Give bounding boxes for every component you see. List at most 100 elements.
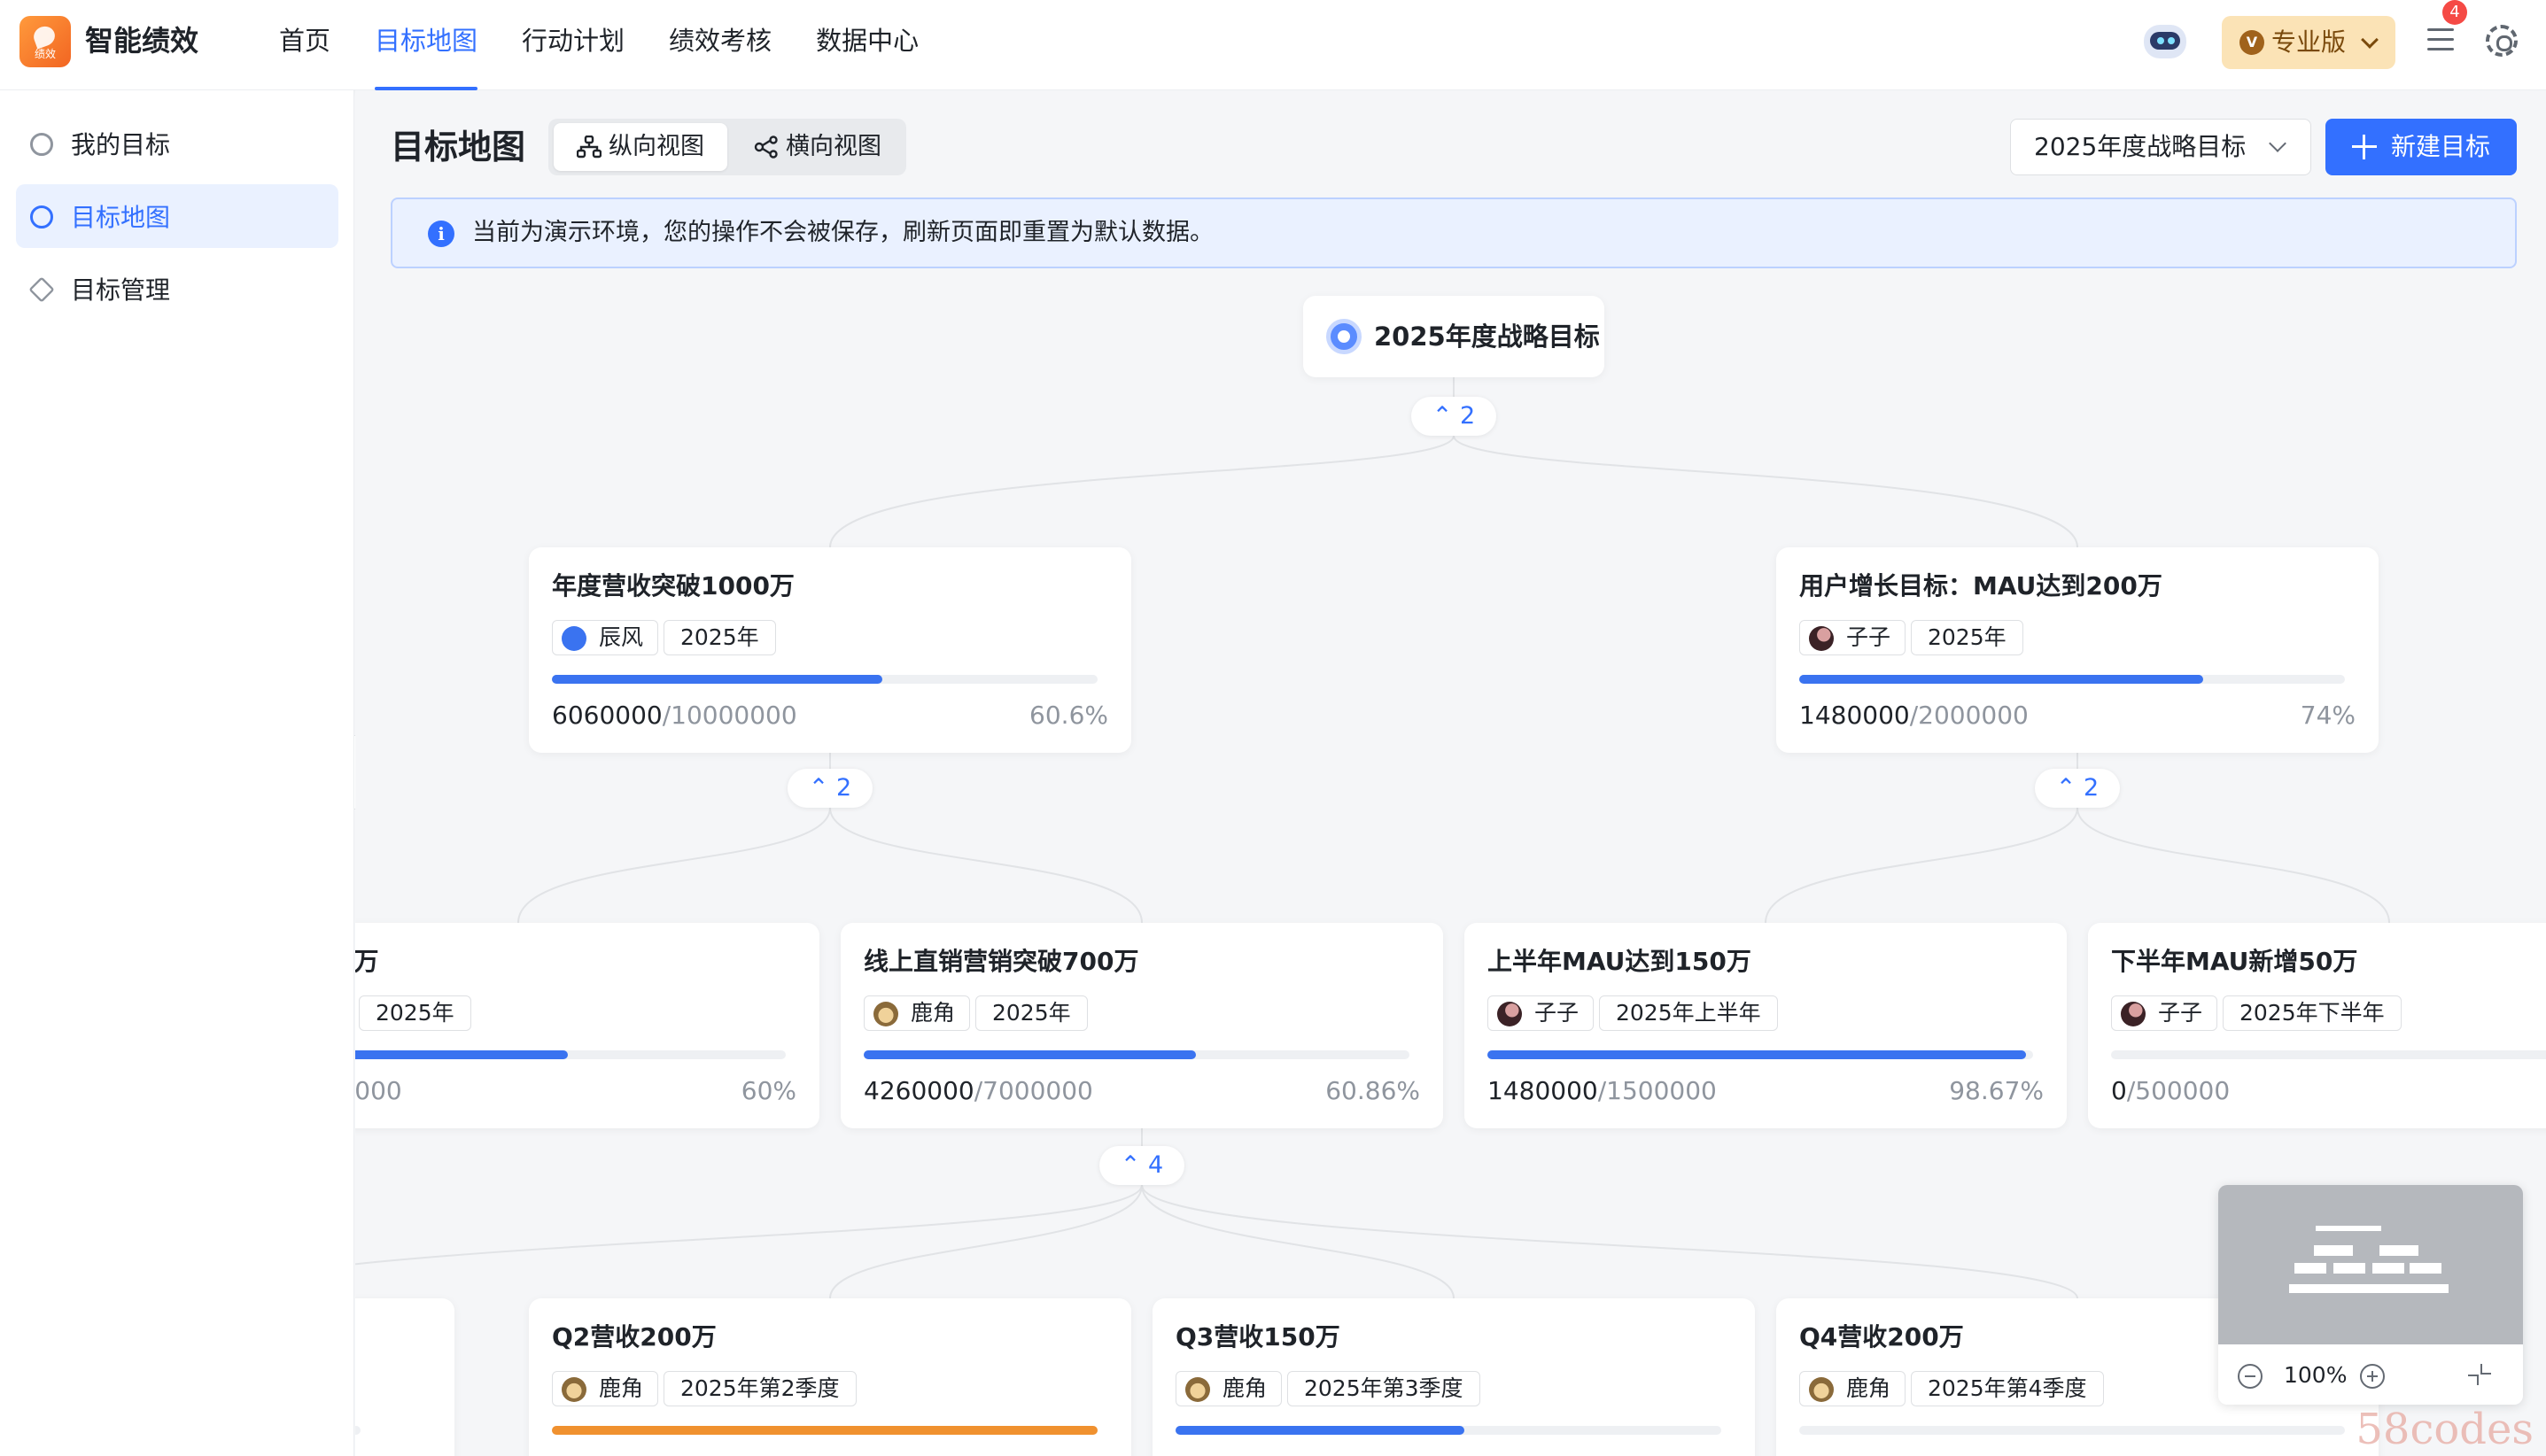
goal-values: 4260000/7000000 xyxy=(864,1073,1093,1109)
goal-card[interactable]: 上半年MAU达到150万 子子 2025年上半年 1480000/1500000… xyxy=(1464,923,2067,1128)
nav-home[interactable]: 首页 xyxy=(257,0,353,90)
target-value: /2000000 xyxy=(1909,701,2029,730)
goal-values: 3000000 xyxy=(355,1073,402,1109)
progress-bar xyxy=(355,1050,786,1059)
owner-tag: 子子 xyxy=(1487,995,1595,1031)
new-goal-button[interactable]: 新建目标 xyxy=(2325,119,2517,175)
progress-fill xyxy=(1176,1426,1465,1435)
goal-card[interactable]: 用户增长目标：MAU达到200万 子子 2025年 1480000/200000… xyxy=(1776,547,2379,753)
goal-select-value: 2025年度战略目标 xyxy=(2034,132,2247,161)
owner-tag: 子子 xyxy=(1799,620,1906,655)
goal-card[interactable]: Q2营收200万 鹿角 2025年第2季度 xyxy=(529,1298,1131,1456)
progress-percent: 60.6% xyxy=(1029,701,1108,730)
goal-title: 渠道营收300万 xyxy=(355,947,379,976)
progress-percent: 60% xyxy=(741,1076,796,1105)
message-list-icon[interactable] xyxy=(2427,25,2457,55)
progress-percent: 98.67% xyxy=(1949,1076,2044,1105)
sidebar-item-my-goals[interactable]: 我的目标 xyxy=(16,112,338,175)
main-nav: 首页 目标地图 行动计划 绩效考核 数据中心 xyxy=(257,0,941,90)
chevron-down-icon xyxy=(2269,135,2286,152)
app-logo[interactable]: 绩效 xyxy=(19,16,71,67)
edition-label: 专业版 xyxy=(2271,27,2347,57)
settings-icon[interactable] xyxy=(2486,25,2518,57)
owner-name: 鹿角 xyxy=(1846,1375,1891,1401)
expand-toggle[interactable]: ⌃ 2 xyxy=(2035,769,2120,808)
sidebar-item-goal-map[interactable]: 目标地图 xyxy=(16,184,338,248)
period-tag: 2025年第2季度 xyxy=(664,1371,857,1406)
progress-fill xyxy=(355,1050,568,1059)
period-tag: 2025年 xyxy=(664,620,776,655)
goal-card[interactable]: 年度营收突破1000万 辰风 2025年 6060000/10000000 60… xyxy=(529,547,1131,753)
main-content: 2025年度战略目标 ⌃ 2 年度营收突破1000万 辰风 2025年 6060… xyxy=(355,90,2546,1456)
goal-card[interactable]: Q3营收150万 鹿角 2025年第3季度 xyxy=(1153,1298,1755,1456)
goal-card[interactable] xyxy=(355,1298,454,1456)
period-tag: 2025年 xyxy=(975,995,1088,1031)
zoom-out-icon[interactable] xyxy=(2238,1364,2263,1389)
sidebar: 我的目标 目标地图 目标管理 xyxy=(0,90,354,1456)
watermark: 58codes xyxy=(2356,1405,2534,1454)
avatar xyxy=(562,1377,586,1402)
progress-percent: 74% xyxy=(2300,701,2356,730)
owner-name: 鹿角 xyxy=(1223,1375,1268,1401)
sidebar-item-goal-management[interactable]: 目标管理 xyxy=(16,257,338,321)
nav-performance-review[interactable]: 绩效考核 xyxy=(647,0,794,90)
owner-tag: 子子 xyxy=(2111,995,2218,1031)
progress-bar xyxy=(1176,1426,1721,1435)
nav-goal-map[interactable]: 目标地图 xyxy=(353,0,500,90)
info-icon: i xyxy=(428,221,454,247)
expand-toggle[interactable]: ⌃ 2 xyxy=(788,769,873,808)
new-goal-label: 新建目标 xyxy=(2391,132,2491,161)
nav-data-center[interactable]: 数据中心 xyxy=(794,0,941,90)
owner-name: 辰风 xyxy=(599,624,644,650)
zoom-in-icon[interactable] xyxy=(2360,1364,2385,1389)
expand-toggle[interactable]: ⌃ 4 xyxy=(1099,1146,1184,1185)
sidebar-item-label: 目标管理 xyxy=(71,275,171,305)
owner-name: 鹿角 xyxy=(599,1375,644,1401)
demo-notice: i 当前为演示环境，您的操作不会被保存，刷新页面即重置为默认数据。 xyxy=(391,197,2517,268)
plus-icon xyxy=(2352,135,2377,159)
nav-action-plan[interactable]: 行动计划 xyxy=(500,0,647,90)
progress-fill xyxy=(864,1050,1196,1059)
target-value: 3000000 xyxy=(355,1076,402,1105)
expand-toggle[interactable]: ⌃ 2 xyxy=(1411,397,1496,436)
child-count: 4 xyxy=(1148,1151,1164,1179)
current-value: 0 xyxy=(2111,1076,2127,1105)
horizontal-view-button[interactable]: 横向视图 xyxy=(731,123,903,171)
goal-select[interactable]: 2025年度战略目标 xyxy=(2010,119,2311,175)
goal-card[interactable]: 渠道营收300万 2025年 3000000 60% xyxy=(355,923,819,1128)
goal-card[interactable]: 线上直销营销突破700万 鹿角 2025年 4260000/7000000 60… xyxy=(841,923,1443,1128)
target-value: /1500000 xyxy=(1597,1076,1717,1105)
sidebar-item-label: 我的目标 xyxy=(71,130,171,159)
goal-card[interactable]: 下半年MAU新增50万 子子 2025年下半年 0/500000 xyxy=(2088,923,2546,1128)
goal-title: 用户增长目标：MAU达到200万 xyxy=(1799,571,2162,600)
root-goal-node[interactable]: 2025年度战略目标 xyxy=(1303,296,1604,377)
minimap-viewport[interactable] xyxy=(2218,1185,2523,1344)
root-goal-title: 2025年度战略目标 xyxy=(1374,321,1600,352)
owner-name: 子子 xyxy=(1846,624,1891,650)
vertical-view-button[interactable]: 纵向视图 xyxy=(554,123,727,171)
vip-badge-icon: V xyxy=(2239,30,2264,55)
avatar xyxy=(2121,1002,2146,1026)
current-value: 1480000 xyxy=(1487,1076,1598,1105)
zoom-controls: 100% xyxy=(2218,1346,2523,1405)
owner-name: 子子 xyxy=(2158,1000,2203,1026)
robot-icon[interactable] xyxy=(2138,16,2192,67)
minimap[interactable]: 100% xyxy=(2218,1185,2523,1405)
goal-values: 6060000/10000000 xyxy=(552,698,797,733)
fit-view-icon[interactable] xyxy=(2468,1364,2491,1385)
chevron-down-icon xyxy=(2361,31,2379,49)
message-count-badge: 4 xyxy=(2442,0,2467,25)
progress-percent: 60.86% xyxy=(1325,1076,1420,1105)
layers-icon xyxy=(28,276,55,303)
progress-bar xyxy=(552,675,1098,684)
edition-button[interactable]: V 专业版 xyxy=(2222,16,2395,69)
goal-values: 1480000/2000000 xyxy=(1799,698,2029,733)
progress-bar xyxy=(552,1426,1098,1435)
progress-bar xyxy=(1799,675,2345,684)
avatar xyxy=(1497,1002,1522,1026)
current-value: 4260000 xyxy=(864,1076,974,1105)
goal-title: Q2营收200万 xyxy=(552,1322,717,1351)
avatar xyxy=(1809,1377,1834,1402)
node-graph-icon xyxy=(754,136,778,159)
avatar xyxy=(562,626,586,651)
